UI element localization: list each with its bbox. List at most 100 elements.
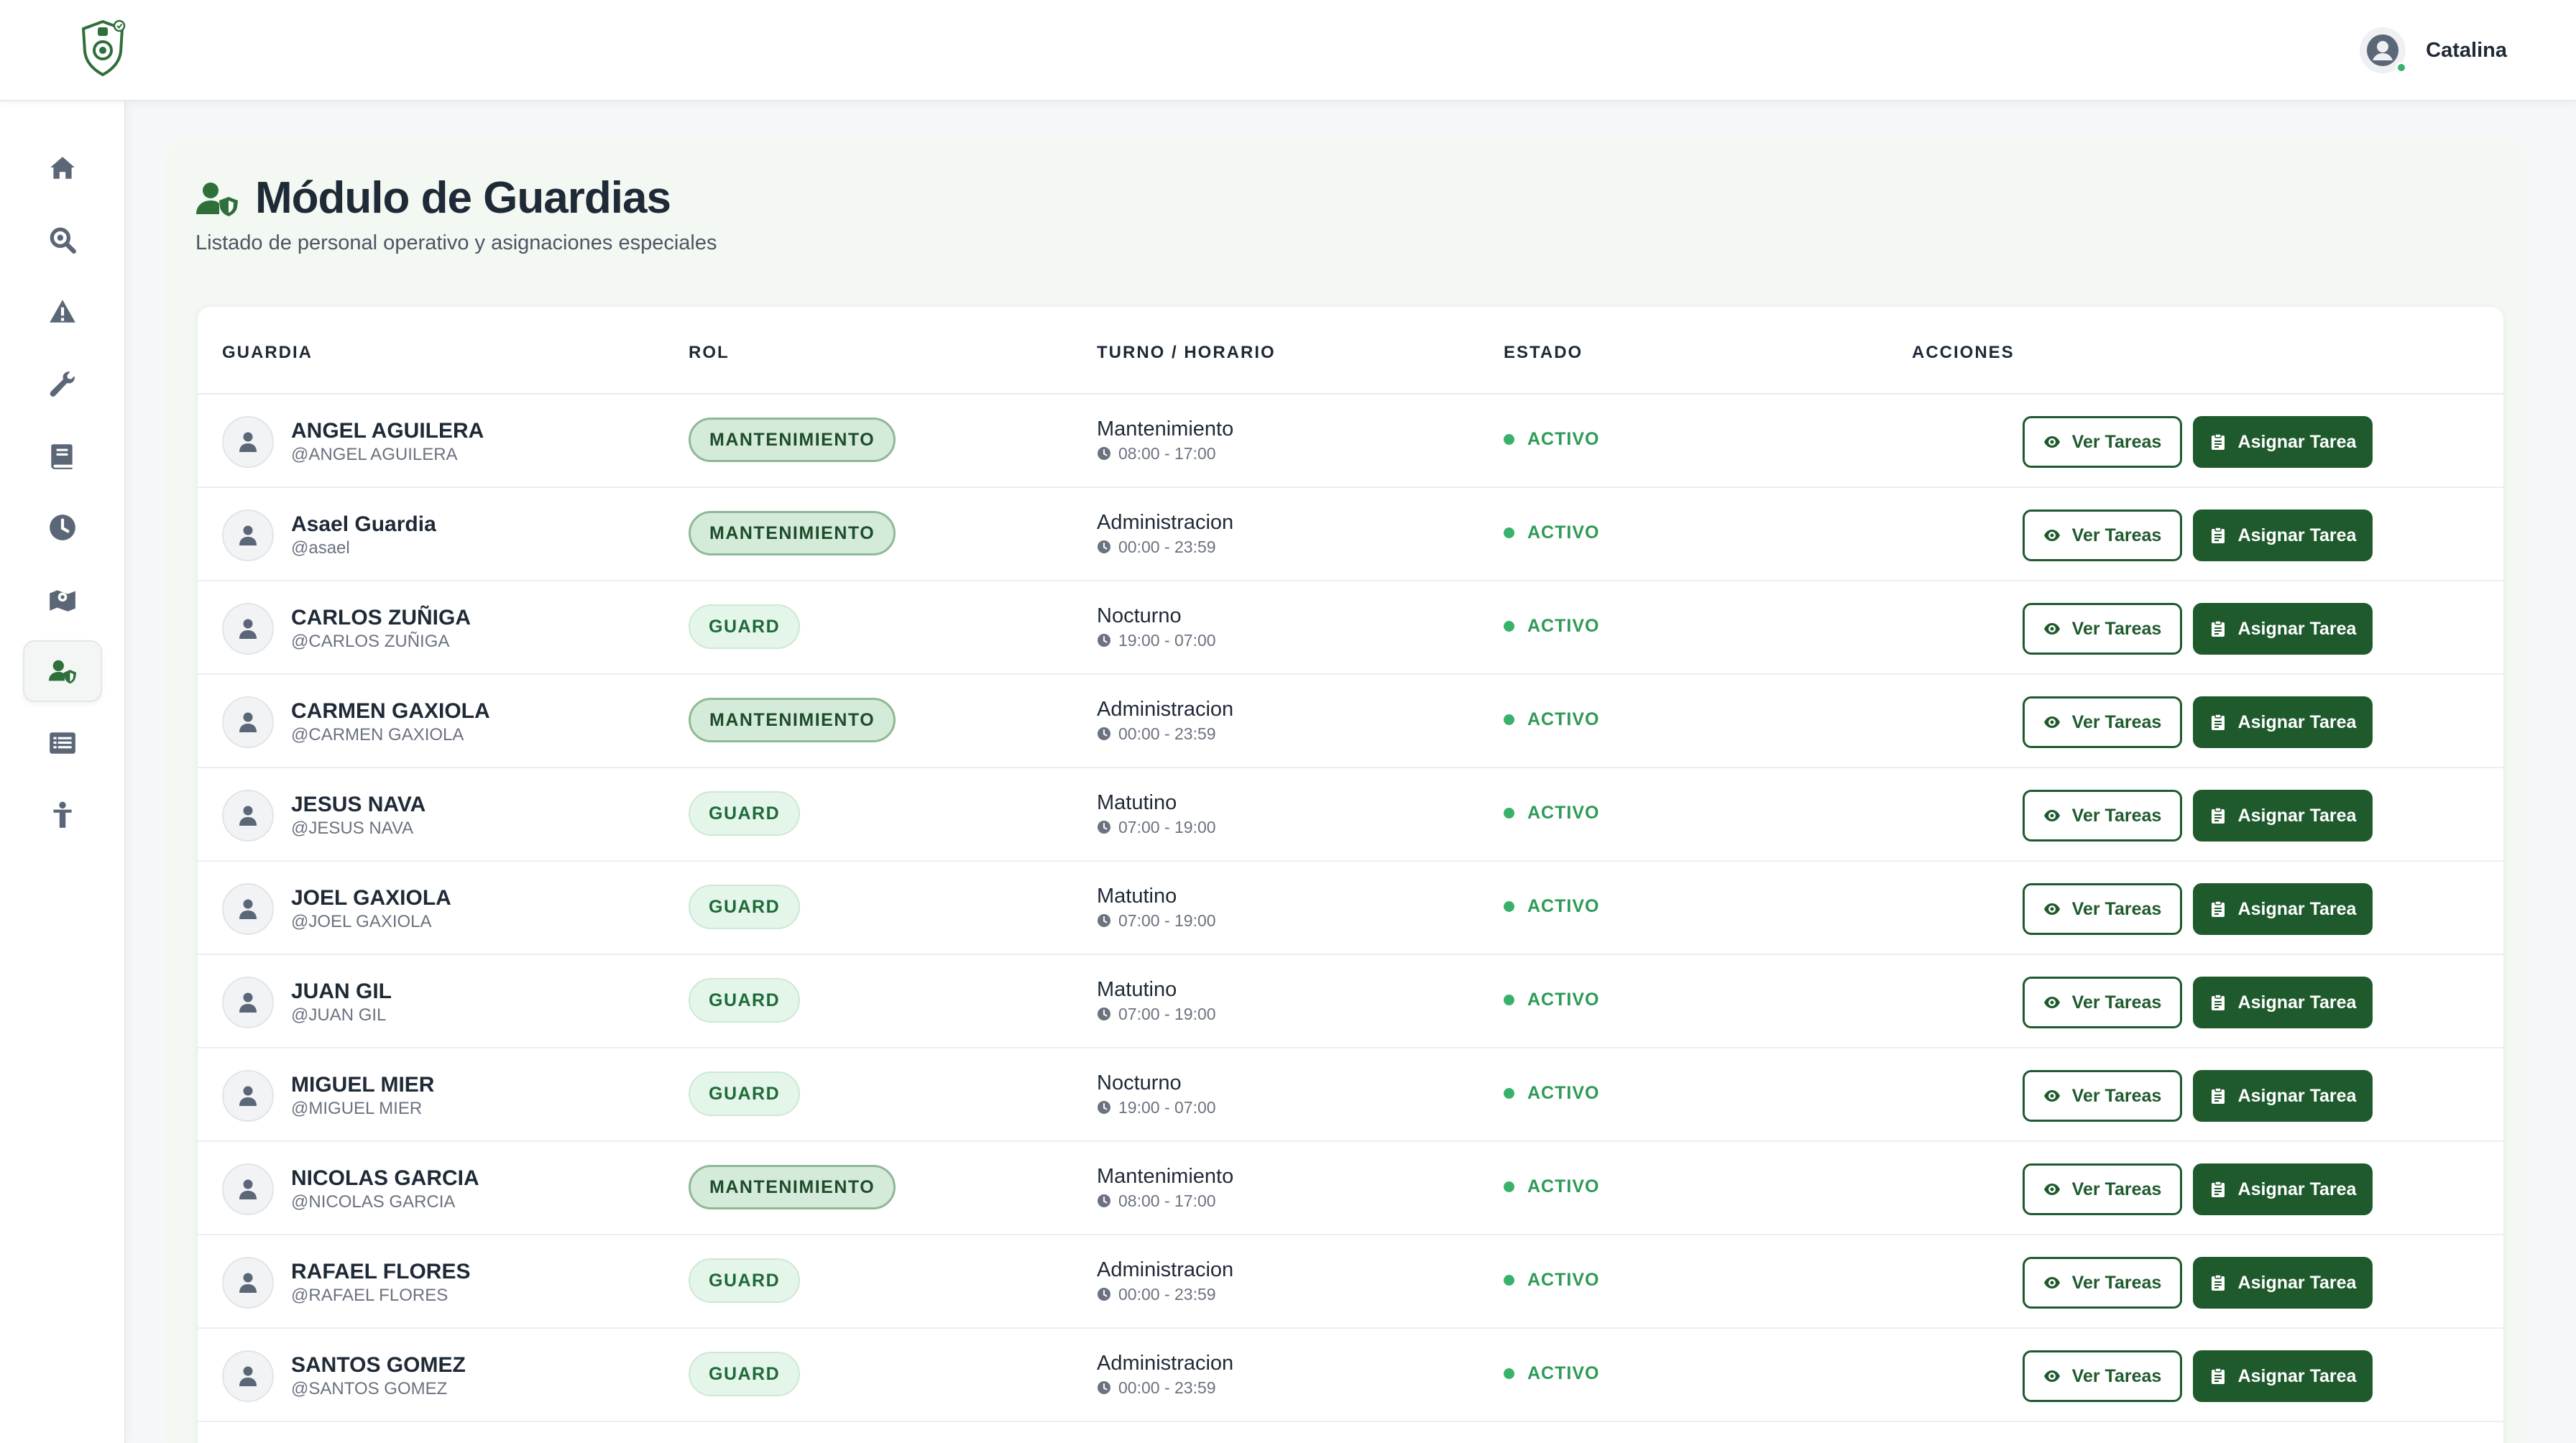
view-tasks-label: Ver Tareas <box>2071 618 2162 639</box>
status-cell: ACTIVO <box>1504 1083 1599 1104</box>
view-tasks-button[interactable]: Ver Tareas <box>2023 1163 2182 1215</box>
assign-task-label: Asignar Tarea <box>2237 992 2357 1013</box>
guard-avatar <box>222 1070 274 1122</box>
role-badge: MANTENIMIENTO <box>689 1165 896 1209</box>
clipboard-icon <box>2211 807 2225 824</box>
sidebar-item-history[interactable] <box>23 497 102 558</box>
shift-cell: Administracion 00:00 - 23:59 <box>1097 696 1233 745</box>
column-header-status: ESTADO <box>1504 343 1583 362</box>
view-tasks-button[interactable]: Ver Tareas <box>2023 977 2182 1028</box>
sidebar-item-guards[interactable] <box>23 640 102 702</box>
role-badge: GUARD <box>689 604 801 649</box>
status-dot <box>1504 1088 1514 1099</box>
table-row: JESUS NAVA @JESUS NAVA GUARD Matutino 07:00 … <box>198 768 2503 862</box>
page-title: Módulo de Guardias <box>255 173 671 223</box>
assign-task-button[interactable]: Asignar Tarea <box>2193 1070 2373 1122</box>
role-badge: GUARD <box>689 978 801 1023</box>
guard-handle: @MIGUEL MIER <box>291 1099 423 1118</box>
status-badge: ACTIVO <box>1527 616 1600 636</box>
assign-task-button[interactable]: Asignar Tarea <box>2193 1163 2373 1215</box>
guard-cell: JUAN GIL @JUAN GIL <box>222 977 392 1028</box>
view-tasks-button[interactable]: Ver Tareas <box>2023 1070 2182 1122</box>
status-cell: ACTIVO <box>1504 429 1599 450</box>
role-badge: GUARD <box>689 1352 801 1396</box>
status-dot <box>1504 808 1514 819</box>
status-dot <box>1504 1368 1514 1379</box>
assign-task-label: Asignar Tarea <box>2237 1179 2357 1199</box>
guard-name: NICOLAS GARCIA <box>291 1166 479 1190</box>
status-badge: ACTIVO <box>1527 1363 1600 1383</box>
status-dot <box>1504 527 1514 538</box>
view-tasks-button[interactable]: Ver Tareas <box>2023 603 2182 655</box>
sidebar-item-search[interactable] <box>23 209 102 271</box>
guard-handle: @RAFAEL FLORES <box>291 1286 448 1305</box>
clock-icon <box>1098 447 1110 460</box>
sidebar-item-reports[interactable] <box>23 712 102 774</box>
shift-cell: Nocturno 19:00 - 07:00 <box>1097 603 1216 652</box>
sidebar-item-personnel[interactable] <box>23 784 102 846</box>
assign-task-button[interactable]: Asignar Tarea <box>2193 1257 2373 1309</box>
clock-icon <box>1098 1101 1110 1114</box>
view-tasks-button[interactable]: Ver Tareas <box>2023 790 2182 842</box>
assign-task-button[interactable]: Asignar Tarea <box>2193 696 2373 748</box>
clock-icon <box>1098 634 1110 647</box>
clock-icon <box>1098 1288 1110 1301</box>
eye-icon <box>2043 1277 2060 1288</box>
sidebar-item-logbook[interactable] <box>23 425 102 487</box>
guard-cell: ANGEL AGUILERA @ANGEL AGUILERA <box>222 416 484 468</box>
sidebar-item-maintenance[interactable] <box>23 353 102 415</box>
status-dot <box>1504 434 1514 445</box>
shift-hours: 19:00 - 07:00 <box>1097 1096 1216 1119</box>
guard-avatar <box>222 416 274 468</box>
app-logo[interactable] <box>78 17 128 78</box>
user-name[interactable]: Catalina <box>2426 39 2507 63</box>
status-cell: ACTIVO <box>1504 803 1599 824</box>
page-header: Módulo de Guardias <box>195 172 671 223</box>
user-menu[interactable]: Catalina <box>2360 27 2507 73</box>
assign-task-button[interactable]: Asignar Tarea <box>2193 1350 2373 1402</box>
role-badge: GUARD <box>689 1258 801 1303</box>
guard-cell: MIGUEL MIER @MIGUEL MIER <box>222 1070 434 1122</box>
user-icon <box>239 619 257 639</box>
table-row: JUAN GIL @JUAN GIL GUARD Matutino 07:00 - 19… <box>198 955 2503 1048</box>
sidebar-item-home[interactable] <box>23 137 102 199</box>
view-tasks-label: Ver Tareas <box>2071 1179 2162 1199</box>
shift-name: Matutino <box>1097 791 1177 814</box>
assign-task-button[interactable]: Asignar Tarea <box>2193 883 2373 935</box>
assign-task-button[interactable]: Asignar Tarea <box>2193 603 2373 655</box>
eye-icon <box>2043 623 2060 635</box>
view-tasks-button[interactable]: Ver Tareas <box>2023 416 2182 468</box>
sidebar-item-incidents[interactable] <box>23 281 102 343</box>
assign-task-label: Asignar Tarea <box>2237 898 2357 919</box>
guard-handle: @JOEL GAXIOLA <box>291 912 432 931</box>
table-row: SANTOS GOMEZ @SANTOS GOMEZ GUARD Administra… <box>198 1329 2503 1422</box>
shift-hours: 07:00 - 19:00 <box>1097 1002 1216 1025</box>
view-tasks-button[interactable]: Ver Tareas <box>2023 1257 2182 1309</box>
eye-icon <box>2043 1370 2060 1382</box>
search-icon <box>50 227 76 254</box>
view-tasks-button[interactable]: Ver Tareas <box>2023 1350 2182 1402</box>
assign-task-button[interactable]: Asignar Tarea <box>2193 977 2373 1028</box>
clipboard-icon <box>2211 1087 2225 1104</box>
view-tasks-button[interactable]: Ver Tareas <box>2023 696 2182 748</box>
assign-task-button[interactable]: Asignar Tarea <box>2193 510 2373 561</box>
assign-task-button[interactable]: Asignar Tarea <box>2193 790 2373 842</box>
user-avatar[interactable] <box>2360 27 2408 73</box>
page-subtitle: Listado de personal operativo y asignaci… <box>196 231 717 254</box>
sidebar-item-map[interactable] <box>23 568 102 630</box>
status-badge: ACTIVO <box>1527 1176 1600 1197</box>
view-tasks-button[interactable]: Ver Tareas <box>2023 510 2182 561</box>
map-pin-icon <box>50 590 75 612</box>
eye-icon <box>2043 1184 2060 1195</box>
column-header-role: ROL <box>689 343 730 362</box>
table-row: CARMEN GAXIOLA @CARMEN GAXIOLA MANTENIMIEN… <box>198 675 2503 768</box>
assign-task-button[interactable]: Asignar Tarea <box>2193 416 2373 468</box>
view-tasks-button[interactable]: Ver Tareas <box>2023 883 2182 935</box>
guard-cell: Asael Guardia @asael <box>222 510 436 561</box>
shift-hours: 00:00 - 23:59 <box>1097 1376 1233 1399</box>
status-cell: ACTIVO <box>1504 616 1599 637</box>
clock-icon <box>1098 1194 1110 1207</box>
clock-icon <box>1098 540 1110 553</box>
shift-hours-text: 19:00 - 07:00 <box>1118 1098 1216 1117</box>
column-header-actions: ACCIONES <box>1912 343 2015 362</box>
